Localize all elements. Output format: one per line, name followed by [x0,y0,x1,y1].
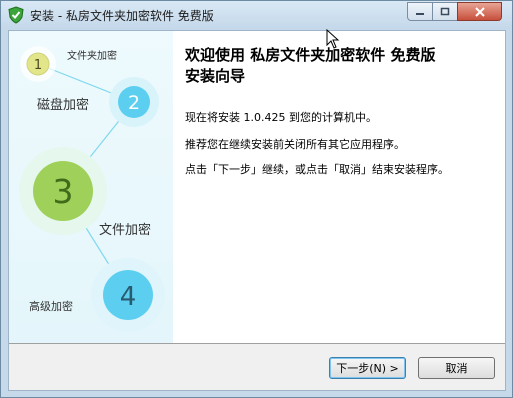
shield-check-icon [8,6,24,24]
step-1-number: 1 [34,58,42,73]
install-version-text: 现在将安装 1.0.425 到您的计算机中。 [185,111,377,124]
next-button[interactable]: 下一步(N) > [329,357,406,379]
cancel-button[interactable]: 取消 [418,357,495,379]
welcome-content: 欢迎使用 私房文件夹加密软件 免费版 安装向导 现在将安装 1.0.425 到您… [185,45,495,176]
minimize-button[interactable] [407,2,433,21]
step-4-label: 高级加密 [29,299,73,313]
mouse-cursor-icon [326,29,340,49]
minimize-icon [416,12,424,15]
window-title: 安装 - 私房文件夹加密软件 免费版 [30,9,214,23]
welcome-heading-line2: 安装向导 [185,67,246,85]
instructions-text: 点击「下一步」继续，或点击「取消」结束安装程序。 [185,163,449,176]
wizard-footer: 下一步(N) > 取消 [9,344,505,390]
step-4-circle: 4 [91,258,165,332]
step-3-label: 文件加密 [99,222,151,238]
step-2-circle: 2 [109,77,159,127]
installer-window: 安装 - 私房文件夹加密软件 免费版 1 文件夹加密 2 磁盘加密 3 文件加密… [0,0,513,398]
wizard-sidebar: 1 文件夹加密 2 磁盘加密 3 文件加密 4 高级加密 [9,31,173,343]
maximize-button[interactable] [432,2,458,21]
step-1-label: 文件夹加密 [67,49,117,62]
step-3-circle: 3 [19,147,107,235]
steps-illustration: 1 文件夹加密 2 磁盘加密 3 文件加密 4 高级加密 [19,46,165,332]
title-bar[interactable]: 安装 - 私房文件夹加密软件 免费版 [1,1,512,29]
wizard-client-area: 1 文件夹加密 2 磁盘加密 3 文件加密 4 高级加密 欢迎使用 私房文件夹加… [8,30,506,391]
step-2-label: 磁盘加密 [37,97,89,113]
close-button[interactable] [457,2,502,21]
step-4-number: 4 [120,282,137,312]
step-1-circle: 1 [20,46,56,82]
close-apps-text: 推荐您在继续安装前关闭所有其它应用程序。 [185,138,405,151]
maximize-icon [440,7,450,15]
step-2-number: 2 [128,92,140,114]
step-3-number: 3 [53,172,74,211]
close-icon [474,6,485,17]
welcome-heading-line1: 欢迎使用 私房文件夹加密软件 免费版 [185,46,436,64]
